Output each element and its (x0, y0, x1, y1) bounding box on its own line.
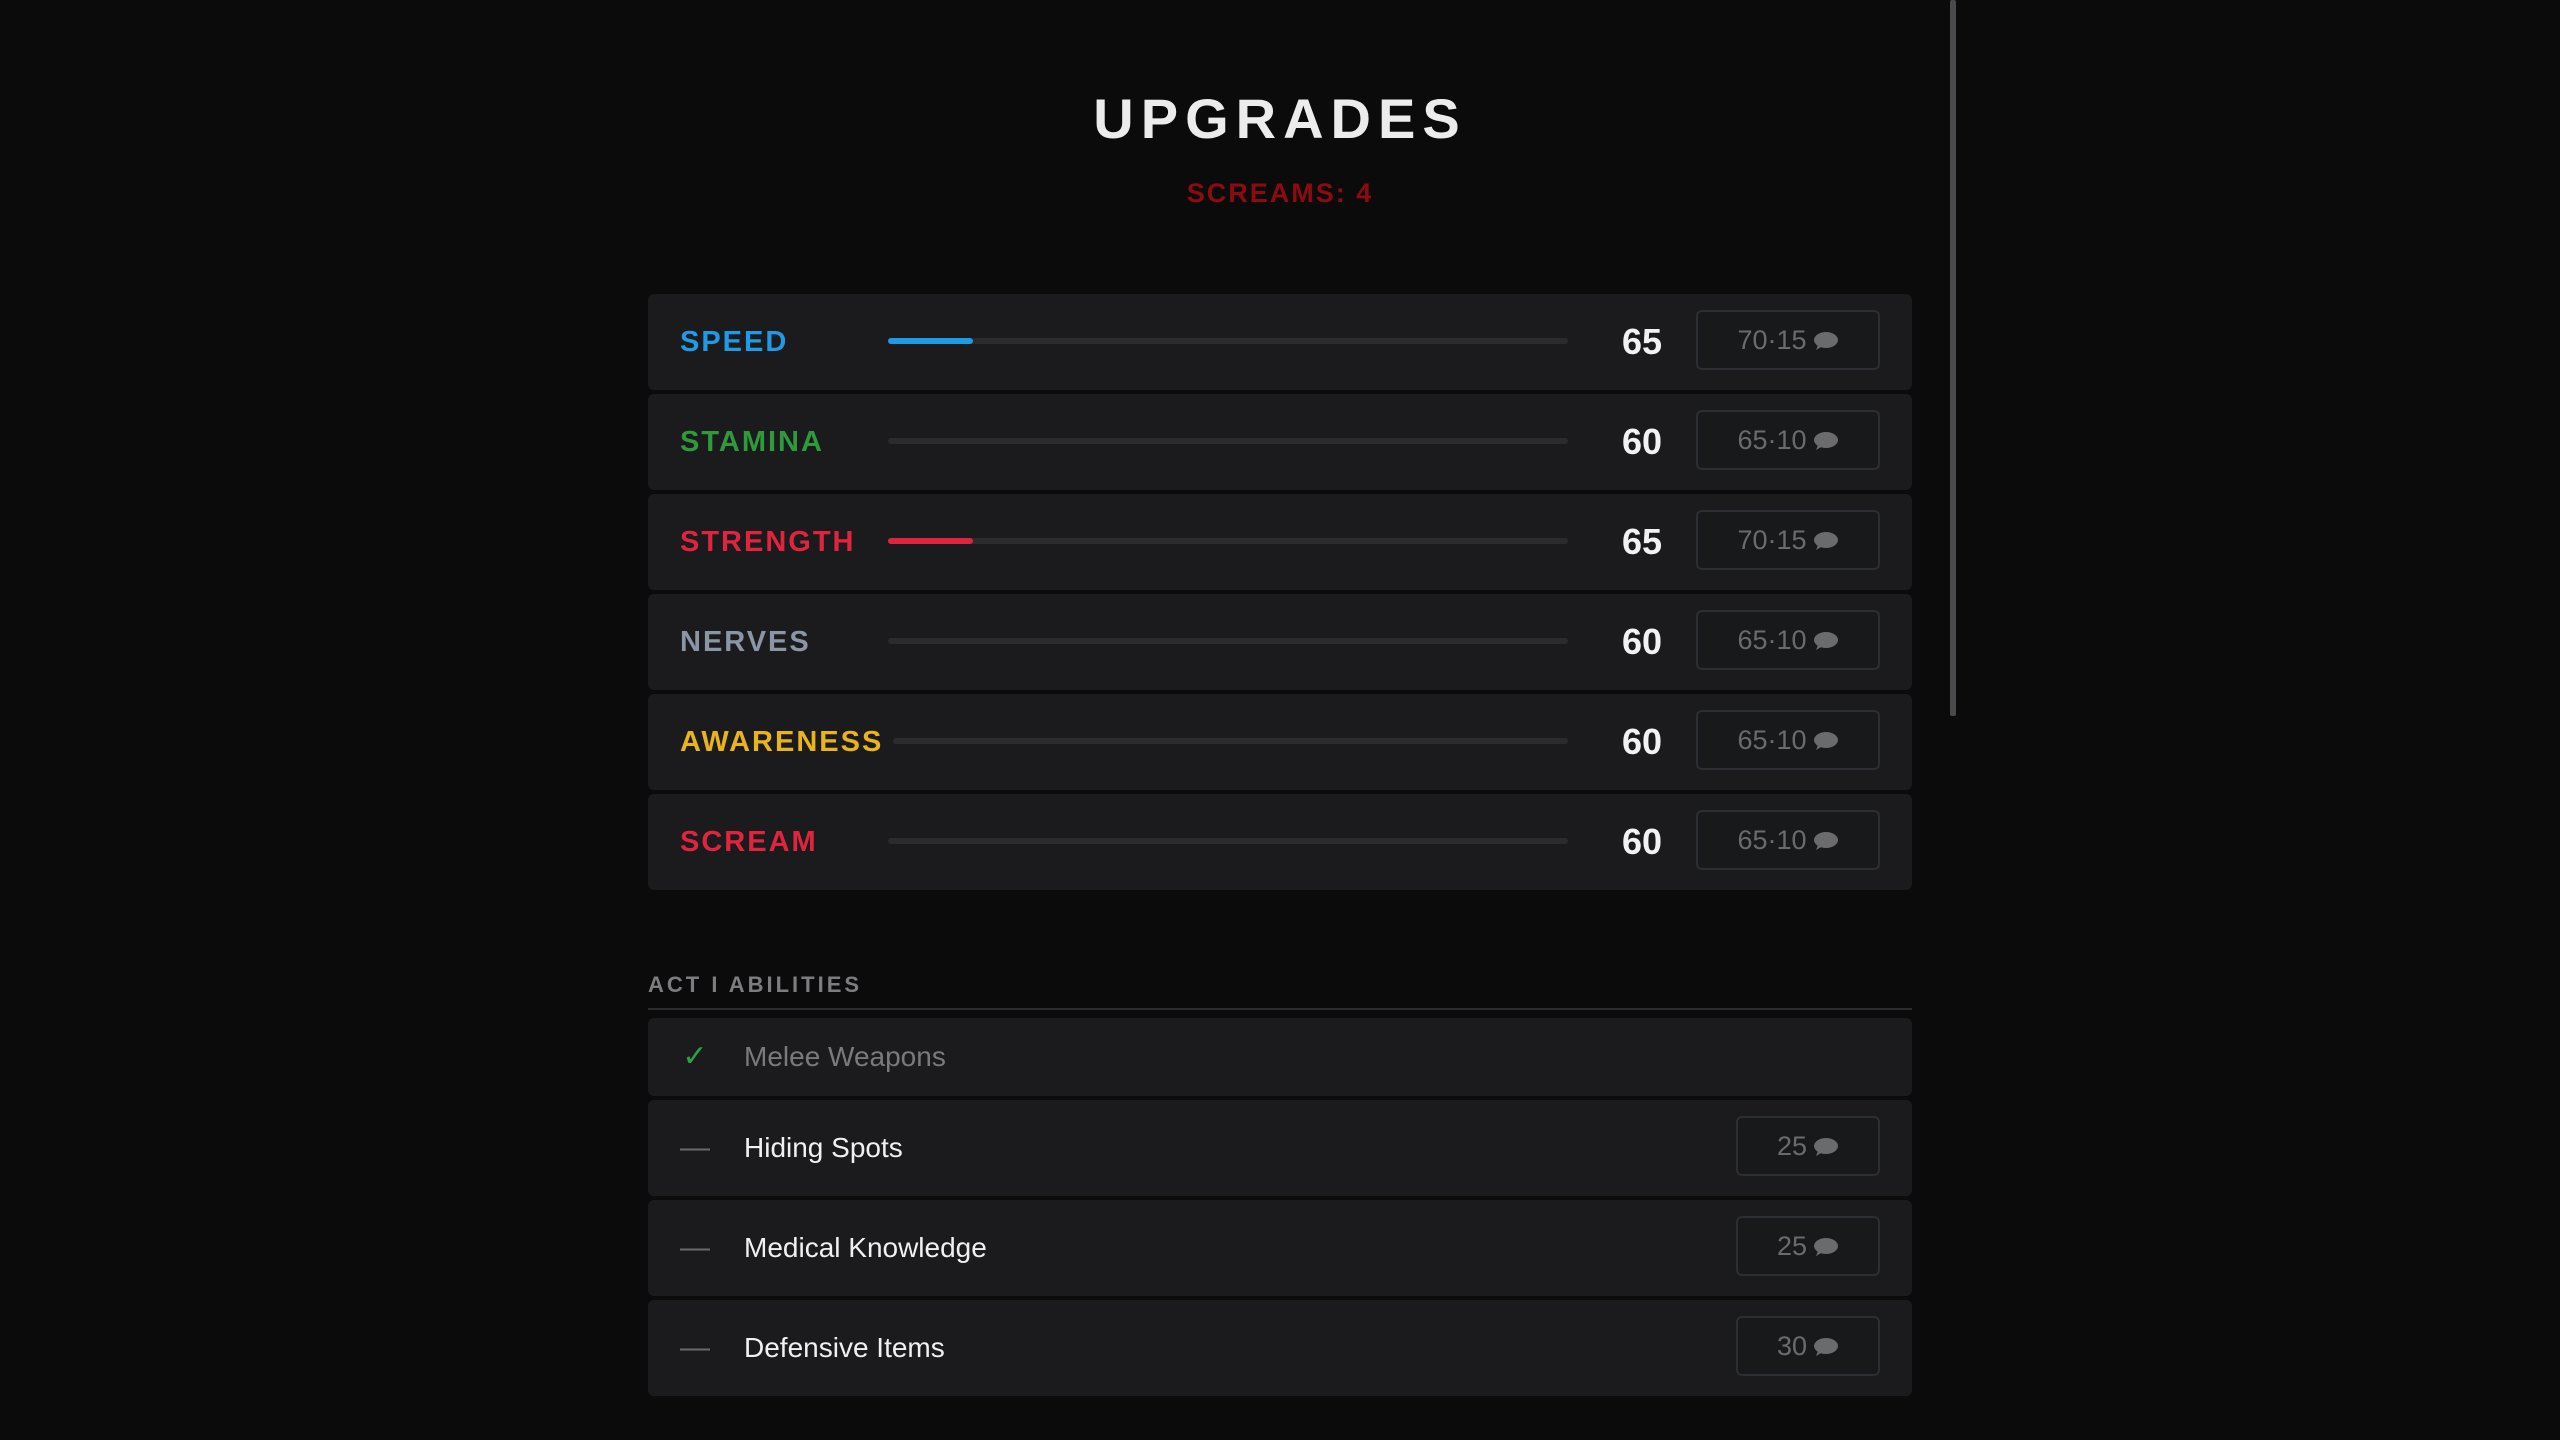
stat-value: 60 (1621, 721, 1662, 762)
stat-value: 60 (1621, 421, 1662, 462)
speech-bubble-icon (1813, 1237, 1839, 1256)
ability-row-melee-weapons: ✓ Melee Weapons (648, 1018, 1912, 1096)
separator-dot: · (1767, 424, 1777, 455)
stat-row-strength: STRENGTH 65 70 · 15 (648, 494, 1912, 590)
stat-progress-fill (888, 338, 973, 344)
stat-progress-fill (888, 538, 973, 544)
dash-icon: — (680, 1231, 710, 1264)
separator-dot: · (1767, 624, 1777, 655)
buy-ability-button[interactable]: 25 (1736, 1116, 1880, 1176)
stat-row-nerves: NERVES 60 65 · 10 (648, 594, 1912, 690)
upgrade-cost: 15 (1776, 324, 1807, 355)
upgrade-next-value: 70 (1737, 524, 1768, 555)
ability-row-defensive-items[interactable]: — Defensive Items 30 (648, 1300, 1912, 1396)
ability-label: Melee Weapons (744, 1041, 946, 1072)
upgrades-screen: UPGRADES SCREAMS: 4 SPEED 65 70 · 15 STAMIN… (0, 0, 2560, 1440)
stat-value: 65 (1621, 521, 1662, 562)
speech-bubble-icon (1813, 431, 1839, 450)
stat-value: 60 (1621, 621, 1662, 662)
section-divider (648, 1008, 1912, 1010)
dash-icon: — (680, 1331, 710, 1364)
upgrade-button-strength[interactable]: 70 · 15 (1696, 510, 1880, 570)
separator-dot: · (1767, 524, 1777, 555)
stat-value: 60 (1621, 821, 1662, 862)
upgrade-cost: 15 (1776, 524, 1807, 555)
ability-row-medical-knowledge[interactable]: — Medical Knowledge 25 (648, 1200, 1912, 1296)
stat-progress-bar (888, 438, 1568, 444)
screams-counter: SCREAMS: 4 (1186, 178, 1374, 208)
section-title-abilities: ACT I ABILITIES (648, 972, 863, 997)
stat-name: NERVES (680, 626, 811, 658)
stat-row-stamina: STAMINA 60 65 · 10 (648, 394, 1912, 490)
speech-bubble-icon (1813, 731, 1839, 750)
upgrade-button-stamina[interactable]: 65 · 10 (1696, 410, 1880, 470)
dash-icon: — (680, 1131, 710, 1164)
upgrade-cost: 10 (1776, 724, 1807, 755)
stats-list: SPEED 65 70 · 15 STAMINA 60 65 · 10 STRENGTH 65… (648, 294, 1912, 894)
buy-ability-button[interactable]: 25 (1736, 1216, 1880, 1276)
upgrade-cost: 10 (1776, 424, 1807, 455)
stat-row-awareness: AWARENESS 60 65 · 10 (648, 694, 1912, 790)
upgrade-next-value: 65 (1737, 824, 1768, 855)
ability-label: Hiding Spots (744, 1132, 903, 1163)
ability-cost: 30 (1776, 1330, 1808, 1361)
buy-ability-button[interactable]: 30 (1736, 1316, 1880, 1376)
speech-bubble-icon (1813, 1137, 1839, 1156)
ability-label: Medical Knowledge (744, 1232, 987, 1263)
speech-bubble-icon (1813, 831, 1839, 850)
speech-bubble-icon (1813, 531, 1839, 550)
upgrade-next-value: 65 (1737, 624, 1768, 655)
abilities-list: ✓ Melee Weapons — Hiding Spots 25 — Medical Kn… (648, 1018, 1912, 1400)
ability-label: Defensive Items (744, 1332, 945, 1363)
stat-row-speed: SPEED 65 70 · 15 (648, 294, 1912, 390)
stat-name: SPEED (680, 326, 789, 358)
stat-value: 65 (1621, 321, 1662, 362)
stat-progress-bar (888, 538, 1568, 544)
upgrade-next-value: 65 (1737, 424, 1768, 455)
stat-row-scream: SCREAM 60 65 · 10 (648, 794, 1912, 890)
speech-bubble-icon (1813, 1337, 1839, 1356)
stat-name: AWARENESS (680, 726, 884, 758)
upgrade-button-scream[interactable]: 65 · 10 (1696, 810, 1880, 870)
stat-name: SCREAM (680, 826, 818, 858)
upgrade-cost: 10 (1776, 824, 1807, 855)
separator-dot: · (1767, 824, 1777, 855)
upgrade-cost: 10 (1776, 624, 1807, 655)
ability-cost: 25 (1776, 1230, 1808, 1261)
stat-name: STRENGTH (680, 526, 856, 558)
separator-dot: · (1767, 724, 1777, 755)
upgrade-next-value: 65 (1737, 724, 1768, 755)
upgrade-next-value: 70 (1737, 324, 1768, 355)
upgrade-button-awareness[interactable]: 65 · 10 (1696, 710, 1880, 770)
speech-bubble-icon (1813, 331, 1839, 350)
upgrade-button-nerves[interactable]: 65 · 10 (1696, 610, 1880, 670)
speech-bubble-icon (1813, 631, 1839, 650)
stat-progress-bar (888, 638, 1568, 644)
check-icon: ✓ (682, 1040, 708, 1073)
separator-dot: · (1767, 324, 1777, 355)
ability-row-hiding-spots[interactable]: — Hiding Spots 25 (648, 1100, 1912, 1196)
page-title: UPGRADES (1093, 87, 1467, 150)
stat-progress-bar (893, 738, 1568, 744)
upgrade-button-speed[interactable]: 70 · 15 (1696, 310, 1880, 370)
stat-name: STAMINA (680, 426, 824, 458)
stat-progress-bar (888, 838, 1568, 844)
stat-progress-bar (888, 338, 1568, 344)
ability-cost: 25 (1776, 1130, 1808, 1161)
